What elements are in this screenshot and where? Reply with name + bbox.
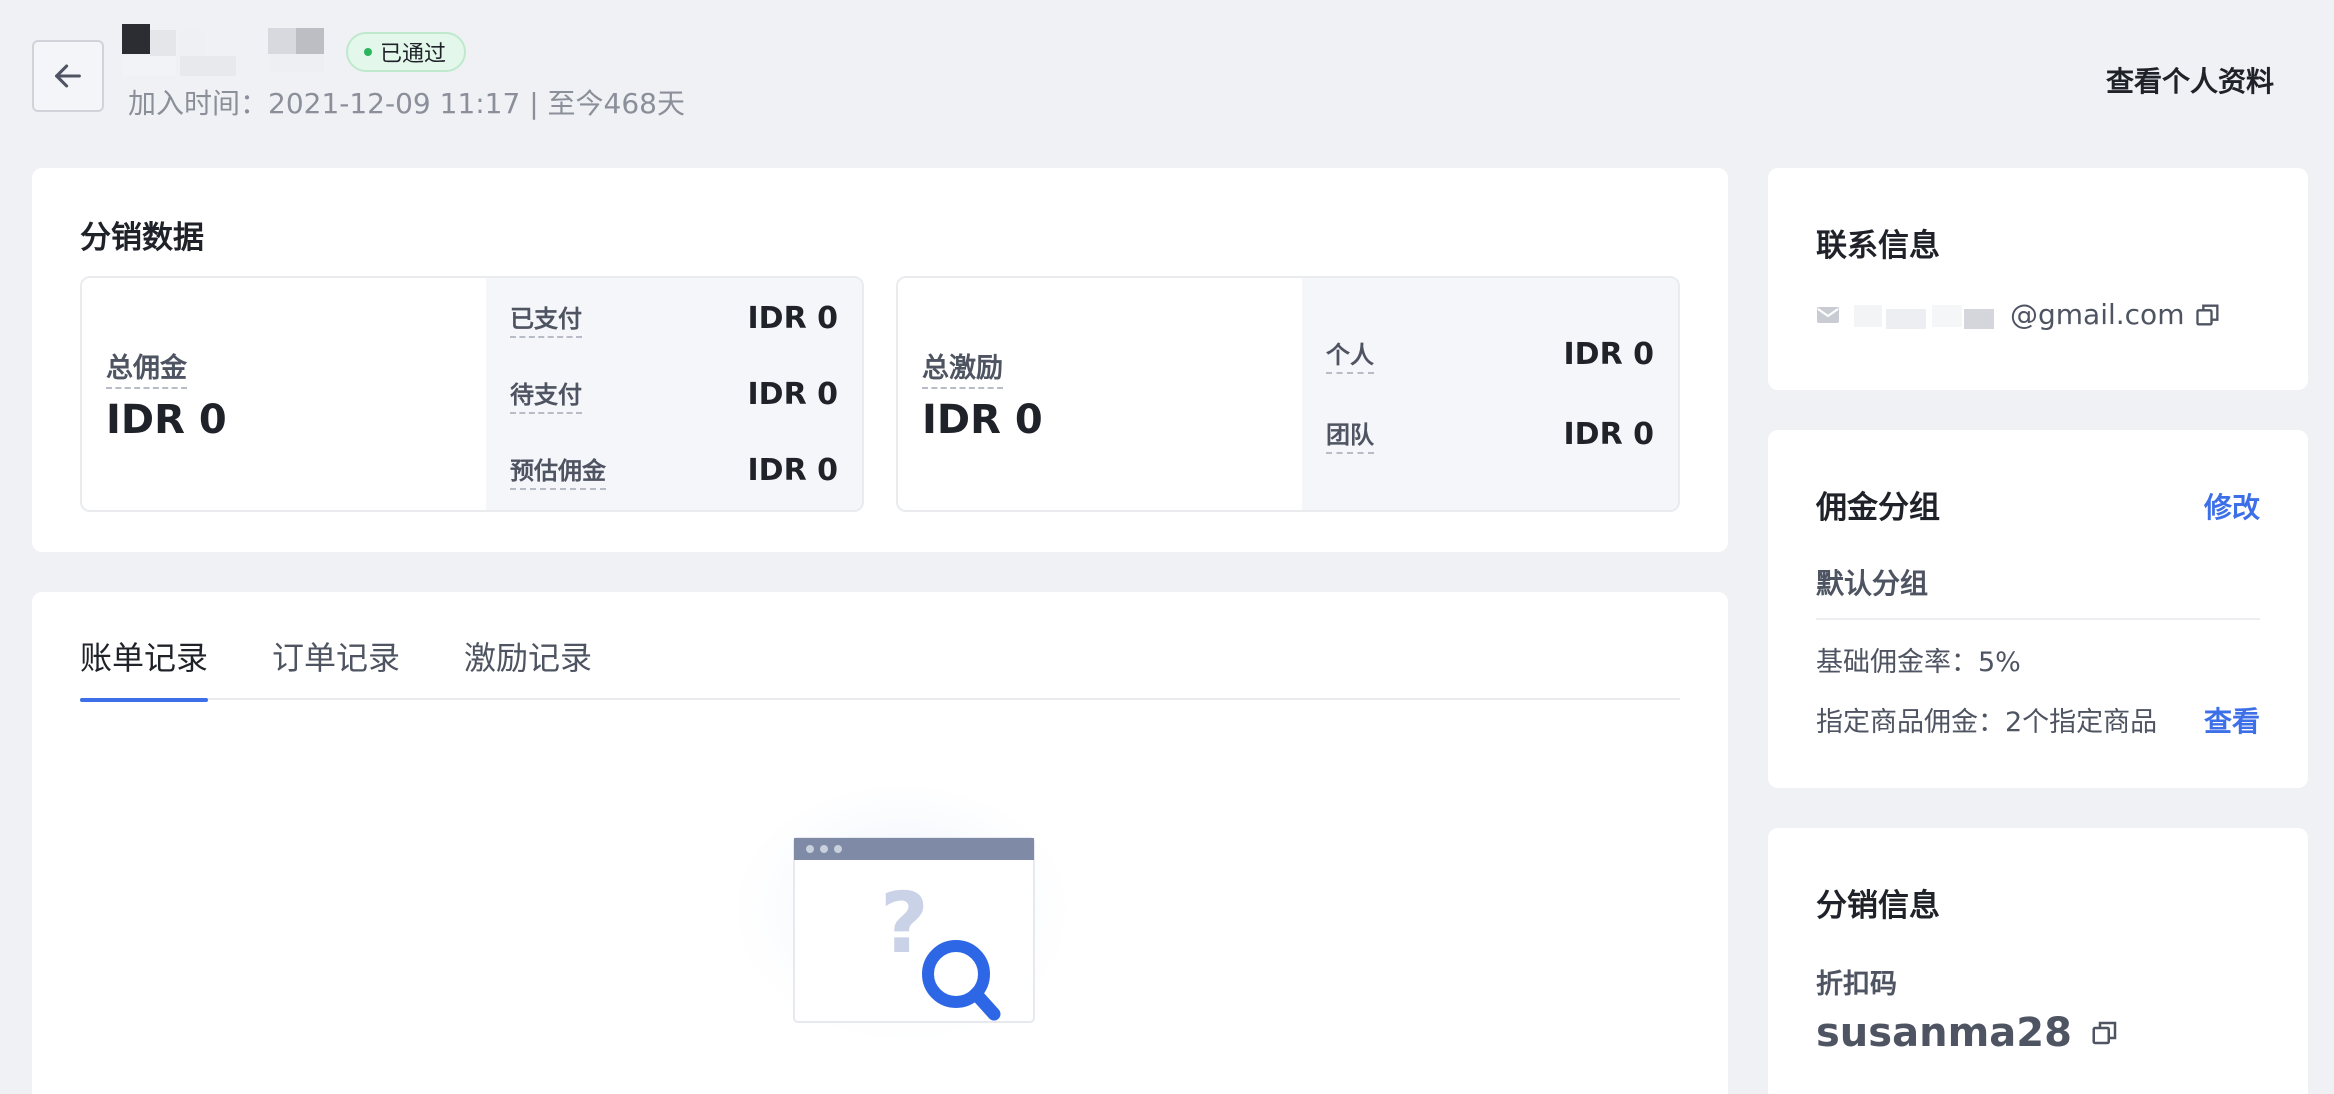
copy-email-icon[interactable] [2194, 301, 2222, 329]
contact-info-title: 联系信息 [1816, 228, 1940, 264]
email-blurred [1854, 304, 1994, 329]
distribution-info-card: 分销信息 折扣码 susanma28 [1768, 828, 2308, 1094]
paid-label[interactable]: 已支付 [510, 299, 582, 338]
personal-label[interactable]: 个人 [1326, 335, 1374, 374]
email-value: @gmail.com [2010, 298, 2185, 331]
estimated-label[interactable]: 预估佣金 [510, 451, 606, 490]
commission-metrics: 总佣金 IDR 0 已支付 IDR 0 待支付 IDR 0 预估佣金 IDR 0 [80, 276, 864, 512]
total-commission-label[interactable]: 总佣金 [106, 346, 187, 389]
join-info: 加入时间：2021-12-09 11:17 | 至今468天 [128, 87, 685, 120]
view-specified-link[interactable]: 查看 [2204, 700, 2260, 740]
distribution-data-card: 分销数据 总佣金 IDR 0 已支付 IDR 0 待支付 IDR 0 预估佣金 … [32, 168, 1728, 552]
divider [1816, 618, 2260, 620]
commission-group-card: 佣金分组 修改 默认分组 基础佣金率：5% 指定商品佣金：2个指定商品 查看 [1768, 430, 2308, 788]
commission-group-title: 佣金分组 [1816, 490, 1940, 526]
arrow-left-icon [55, 64, 81, 88]
total-incentive: 总激励 IDR 0 [898, 278, 1302, 510]
distribution-data-title: 分销数据 [80, 220, 204, 256]
records-card: 账单记录 订单记录 激励记录 ? [32, 592, 1728, 1094]
records-tabs: 账单记录 订单记录 激励记录 [80, 632, 1680, 702]
tab-incentive-records[interactable]: 激励记录 [464, 632, 592, 700]
team-value: IDR 0 [1563, 416, 1654, 452]
email-row: @gmail.com [1816, 298, 2222, 331]
status-dot-icon [364, 48, 372, 56]
tab-billing-records[interactable]: 账单记录 [80, 632, 209, 702]
total-commission: 总佣金 IDR 0 [82, 278, 486, 510]
estimated-row: 预估佣金 IDR 0 [510, 450, 838, 490]
team-row: 团队 IDR 0 [1326, 414, 1654, 454]
edit-group-link[interactable]: 修改 [2204, 486, 2260, 526]
discount-code-label: 折扣码 [1816, 969, 1897, 1000]
base-commission-rate: 基础佣金率：5% [1816, 647, 2021, 678]
mail-icon [1817, 306, 1839, 323]
back-button[interactable] [32, 40, 104, 112]
view-profile-link[interactable]: 查看个人资料 [2106, 60, 2274, 100]
paid-value: IDR 0 [747, 300, 838, 336]
personal-row: 个人 IDR 0 [1326, 334, 1654, 374]
svg-text:?: ? [880, 874, 929, 972]
group-name: 默认分组 [1816, 567, 1929, 600]
total-commission-value: IDR 0 [106, 396, 227, 443]
personal-value: IDR 0 [1563, 336, 1654, 372]
discount-code-value: susanma28 [1816, 1010, 2072, 1056]
status-badge: 已通过 [346, 32, 467, 72]
estimated-value: IDR 0 [747, 452, 838, 488]
specified-products-row: 指定商品佣金：2个指定商品 查看 [1816, 700, 2260, 740]
contact-info-card: 联系信息 @gmail.com [1768, 168, 2308, 390]
total-incentive-value: IDR 0 [922, 396, 1043, 443]
incentive-breakdown: 个人 IDR 0 团队 IDR 0 [1302, 278, 1678, 510]
pending-label[interactable]: 待支付 [510, 375, 582, 414]
pending-row: 待支付 IDR 0 [510, 374, 838, 414]
discount-code-row: susanma28 [1816, 1010, 2120, 1056]
total-incentive-label[interactable]: 总激励 [922, 346, 1003, 389]
team-label[interactable]: 团队 [1326, 415, 1374, 454]
distribution-info-title: 分销信息 [1816, 888, 1940, 924]
paid-row: 已支付 IDR 0 [510, 298, 838, 338]
pending-value: IDR 0 [747, 376, 838, 412]
specified-products-commission: 指定商品佣金：2个指定商品 [1816, 707, 2158, 738]
commission-breakdown: 已支付 IDR 0 待支付 IDR 0 预估佣金 IDR 0 [486, 278, 862, 510]
status-badge-label: 已通过 [380, 42, 447, 67]
copy-code-icon[interactable] [2090, 1018, 2120, 1048]
tab-order-records[interactable]: 订单记录 [272, 632, 400, 700]
incentive-metrics: 总激励 IDR 0 个人 IDR 0 团队 IDR 0 [896, 276, 1680, 512]
empty-state-illustration: ? [732, 787, 1072, 1057]
